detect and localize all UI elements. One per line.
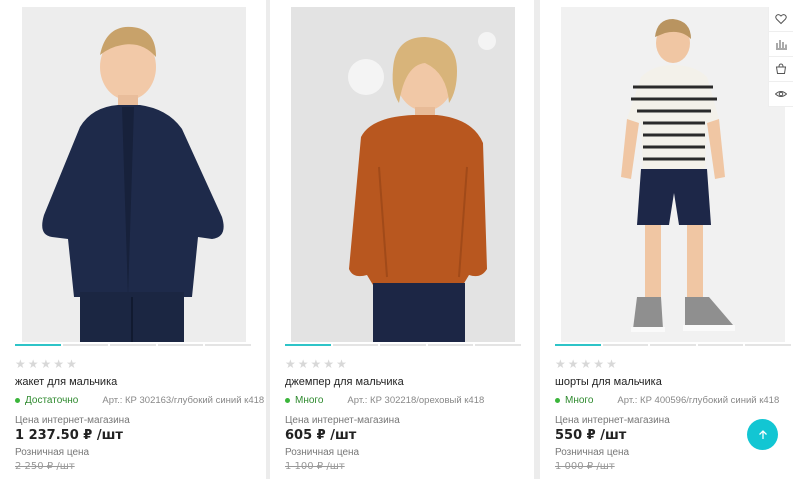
product-card[interactable]: ★ ★ ★ ★ ★ шорты для мальчика Много Арт.:… (540, 0, 800, 479)
stock-status: Достаточно (25, 395, 79, 406)
stock-indicator-dot (15, 398, 20, 403)
article-number: Арт.: КР 302218/ореховый к418 (347, 395, 485, 406)
rating-stars[interactable]: ★ ★ ★ ★ ★ (285, 358, 347, 370)
star-icon: ★ (297, 357, 309, 371)
rating-stars[interactable]: ★ ★ ★ ★ ★ (555, 358, 617, 370)
heart-icon (775, 14, 787, 25)
product-image[interactable] (561, 7, 785, 342)
basket-icon (775, 63, 787, 74)
eye-icon (775, 91, 787, 97)
stock-line: Достаточно Арт.: КР 302163/глубокий сини… (15, 395, 264, 406)
product-card[interactable]: ★ ★ ★ ★ ★ джемпер для мальчика Много Арт… (270, 0, 534, 479)
online-price-label: Цена интернет-магазина (555, 415, 670, 426)
stock-indicator-dot (555, 398, 560, 403)
image-slider-indicator[interactable] (555, 344, 791, 346)
stock-status: Много (295, 395, 324, 406)
product-name[interactable]: шорты для мальчика (555, 376, 662, 388)
compare-chart-icon (776, 40, 787, 50)
star-icon: ★ (285, 357, 296, 371)
star-icon: ★ (567, 357, 579, 371)
product-photo-illustration (22, 7, 246, 342)
star-icon: ★ (555, 357, 566, 371)
article-number: Арт.: КР 400596/глубокий синий к418 (617, 395, 780, 406)
product-name[interactable]: джемпер для мальчика (285, 376, 404, 388)
retail-price-label: Розничная цена (15, 447, 90, 458)
online-price: 605 ₽ /шт (285, 428, 357, 443)
star-icon: ★ (66, 357, 77, 371)
card-actions (768, 7, 793, 107)
product-name[interactable]: жакет для мальчика (15, 376, 117, 388)
retail-price: 1 000 ₽ /шт (555, 461, 615, 472)
star-icon: ★ (606, 357, 617, 371)
star-icon: ★ (15, 357, 26, 371)
retail-price: 2 250 ₽ /шт (15, 461, 75, 472)
star-icon: ★ (580, 357, 592, 371)
product-photo-illustration (291, 7, 515, 342)
star-icon: ★ (53, 357, 65, 371)
stock-line: Много Арт.: КР 302218/ореховый к418 (285, 395, 484, 406)
compare-button[interactable] (769, 32, 793, 57)
quick-view-button[interactable] (769, 82, 793, 107)
star-icon: ★ (27, 357, 39, 371)
retail-price-label: Розничная цена (285, 447, 360, 458)
rating-stars[interactable]: ★ ★ ★ ★ ★ (15, 358, 77, 370)
image-slider-indicator[interactable] (285, 344, 521, 346)
article-number: Арт.: КР 302163/глубокий синий к418 (102, 395, 265, 406)
online-price: 1 237.50 ₽ /шт (15, 428, 123, 443)
star-icon: ★ (593, 357, 605, 371)
stock-status: Много (565, 395, 594, 406)
star-icon: ★ (323, 357, 335, 371)
retail-price-label: Розничная цена (555, 447, 630, 458)
add-to-basket-button[interactable] (769, 57, 793, 82)
product-image[interactable] (22, 7, 246, 342)
product-card[interactable]: ★ ★ ★ ★ ★ жакет для мальчика Достаточно … (0, 0, 266, 479)
scroll-to-top-button[interactable] (747, 419, 778, 450)
stock-indicator-dot (285, 398, 290, 403)
image-slider-indicator[interactable] (15, 344, 251, 346)
star-icon: ★ (40, 357, 52, 371)
star-icon: ★ (336, 357, 347, 371)
product-photo-illustration (561, 7, 785, 342)
retail-price: 1 100 ₽ /шт (285, 461, 345, 472)
online-price: 550 ₽ /шт (555, 428, 627, 443)
star-icon: ★ (310, 357, 322, 371)
product-image[interactable] (291, 7, 515, 342)
stock-line: Много Арт.: КР 400596/глубокий синий к41… (555, 395, 779, 406)
online-price-label: Цена интернет-магазина (15, 415, 130, 426)
arrow-up-icon (758, 429, 767, 439)
product-grid: ★ ★ ★ ★ ★ жакет для мальчика Достаточно … (0, 0, 800, 479)
favorite-button[interactable] (769, 7, 793, 32)
online-price-label: Цена интернет-магазина (285, 415, 400, 426)
